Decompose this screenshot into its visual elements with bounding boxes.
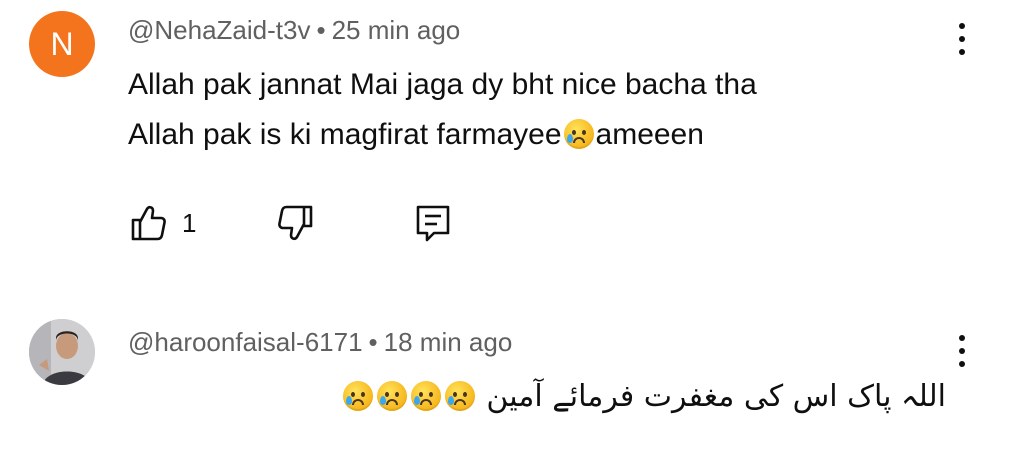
comment-item: N @NehaZaid-t3v • 25 min ago Allah pak jan… xyxy=(0,0,1024,290)
like-button[interactable]: 1 xyxy=(128,203,196,243)
reply-icon xyxy=(416,205,450,242)
comment-text-fragment: Allah pak is ki magfirat farmayee xyxy=(128,118,562,151)
comment-text: اللہ پاک اس کی مغفرت فرمائے آمین xyxy=(341,372,946,422)
user-photo-icon xyxy=(29,319,95,385)
comment-time[interactable]: 25 min ago xyxy=(332,15,461,45)
comment-text-fragment: ameeen xyxy=(595,118,704,151)
thumb-up-icon xyxy=(131,205,166,241)
comment-text-urdu: اللہ پاک اس کی مغفرت فرمائے آمین xyxy=(486,379,946,414)
avatar-letter: N xyxy=(50,25,74,62)
comment-item: @haroonfaisal-6171 • 18 min ago اللہ پاک ا… xyxy=(0,300,1024,461)
meta-separator: • xyxy=(368,327,378,357)
avatar[interactable]: N xyxy=(29,11,95,77)
reply-button[interactable] xyxy=(413,203,453,243)
comment-time[interactable]: 18 min ago xyxy=(384,327,513,357)
crying-face-emoji-icon xyxy=(563,119,594,149)
comment-meta: @NehaZaid-t3v • 25 min ago xyxy=(128,15,460,46)
crying-face-emoji-icon xyxy=(376,381,407,411)
crying-face-emoji-icon xyxy=(410,381,441,411)
more-vert-icon[interactable] xyxy=(952,21,972,57)
comment-text: Allah pak jannat Mai jaga dy bht nice ba… xyxy=(128,60,757,160)
comment-meta: @haroonfaisal-6171 • 18 min ago xyxy=(128,327,512,358)
author-handle[interactable]: @NehaZaid-t3v xyxy=(128,15,310,45)
crying-face-emoji-icon xyxy=(444,381,475,411)
comment-text-line: Allah pak is ki magfirat farmayee ameeen xyxy=(128,110,757,160)
like-count: 1 xyxy=(182,207,197,238)
dislike-button[interactable] xyxy=(276,203,316,243)
comment-text-line: Allah pak jannat Mai jaga dy bht nice ba… xyxy=(128,68,757,101)
thumb-down-icon xyxy=(278,205,313,241)
author-handle[interactable]: @haroonfaisal-6171 xyxy=(128,327,363,357)
crying-face-emoji-icon xyxy=(342,381,373,411)
more-vert-icon[interactable] xyxy=(952,333,972,369)
avatar[interactable] xyxy=(29,319,95,385)
meta-separator: • xyxy=(316,15,326,45)
